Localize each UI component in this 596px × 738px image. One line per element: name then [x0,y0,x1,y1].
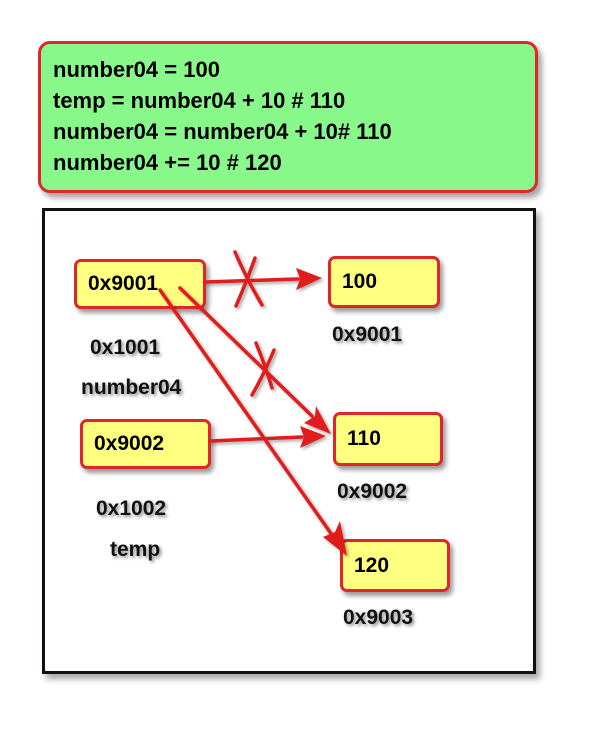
object-cell-110: 110 [333,412,443,466]
object-address-label: 0x9002 [337,480,408,503]
object-cell-100: 100 [328,256,440,308]
object-cell-120: 120 [340,539,450,592]
temp-reference-cell: 0x9002 [80,419,211,469]
code-line: temp = number04 + 10 # 110 [53,88,346,113]
number04-name-label: number04 [81,376,182,399]
object-address-label: 0x9003 [343,606,414,629]
temp-name-label: temp [110,538,161,561]
object-address-label: 0x9001 [332,323,403,346]
code-panel: number04 = 100 temp = number04 + 10 # 11… [38,41,538,193]
code-line: number04 = number04 + 10# 110 [53,119,392,144]
temp-address-label: 0x1002 [96,497,167,520]
number04-reference-cell: 0x9001 [74,259,206,309]
code-line: number04 = 100 [53,57,220,82]
code-line: number04 += 10 # 120 [53,150,282,175]
number04-address-label: 0x1001 [90,336,161,359]
